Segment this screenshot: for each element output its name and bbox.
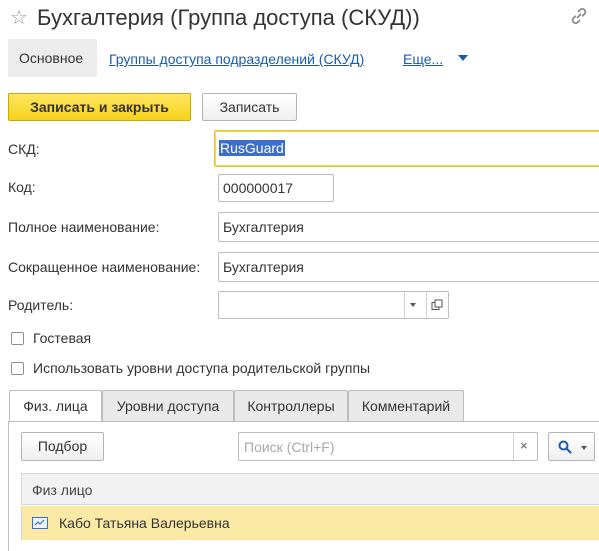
code-field[interactable]: 000000017 [218,174,334,202]
tab-main[interactable]: Основное [8,39,97,77]
chevron-down-icon[interactable] [458,55,468,61]
skd-field[interactable]: RusGuard [214,130,599,167]
person-card-icon [32,517,48,529]
tab-comment[interactable]: Комментарий [348,390,464,421]
table-row[interactable]: Кабо Татьяна Валерьевна [21,506,599,540]
full-name-label: Полное наименование: [8,219,160,235]
guest-checkbox[interactable] [11,332,24,345]
save-and-close-button[interactable]: Записать и закрыть [8,93,191,121]
short-name-label: Сокращенное наименование: [8,259,201,275]
skd-label: СКД: [8,141,40,157]
row-person-name: Кабо Татьяна Валерьевна [59,515,230,531]
pick-button[interactable]: Подбор [21,432,104,461]
save-button[interactable]: Записать [202,93,297,121]
link-icon[interactable] [569,6,589,29]
chevron-down-icon [581,446,587,450]
table-header: Физ лицо [21,473,599,505]
short-name-field[interactable]: Бухгалтерия [218,252,599,282]
tab-main-label: Основное [19,50,84,66]
search-field[interactable]: Поиск (Ctrl+F) × [238,432,538,461]
full-name-field[interactable]: Бухгалтерия [218,212,599,242]
use-parent-levels-checkbox[interactable] [11,362,24,375]
tab-individuals[interactable]: Физ. лица [9,390,102,422]
close-icon[interactable]: × [520,438,528,453]
tab-access-levels[interactable]: Уровни доступа [102,390,234,421]
search-button[interactable] [548,432,595,461]
star-icon[interactable]: ☆ [10,6,28,30]
open-icon[interactable] [431,298,443,314]
more-menu[interactable]: Еще... [403,51,443,67]
nav-link-subdivision-groups[interactable]: Группы доступа подразделений (СКУД) [109,51,364,67]
skd-value: RusGuard [219,140,285,156]
tab-controllers[interactable]: Контроллеры [234,390,348,421]
magnifier-icon [558,440,572,454]
use-parent-levels-label: Использовать уровни доступа родительской… [33,360,371,376]
dropdown-arrow-icon[interactable] [410,303,416,307]
page-title: Бухгалтерия (Группа доступа (СКУД)) [37,5,420,30]
parent-field[interactable] [218,291,449,319]
code-label: Код: [8,179,36,195]
guest-label: Гостевая [33,330,92,346]
parent-label: Родитель: [8,297,74,313]
column-header-person[interactable]: Физ лицо [32,482,92,498]
search-placeholder: Поиск (Ctrl+F) [244,439,335,455]
